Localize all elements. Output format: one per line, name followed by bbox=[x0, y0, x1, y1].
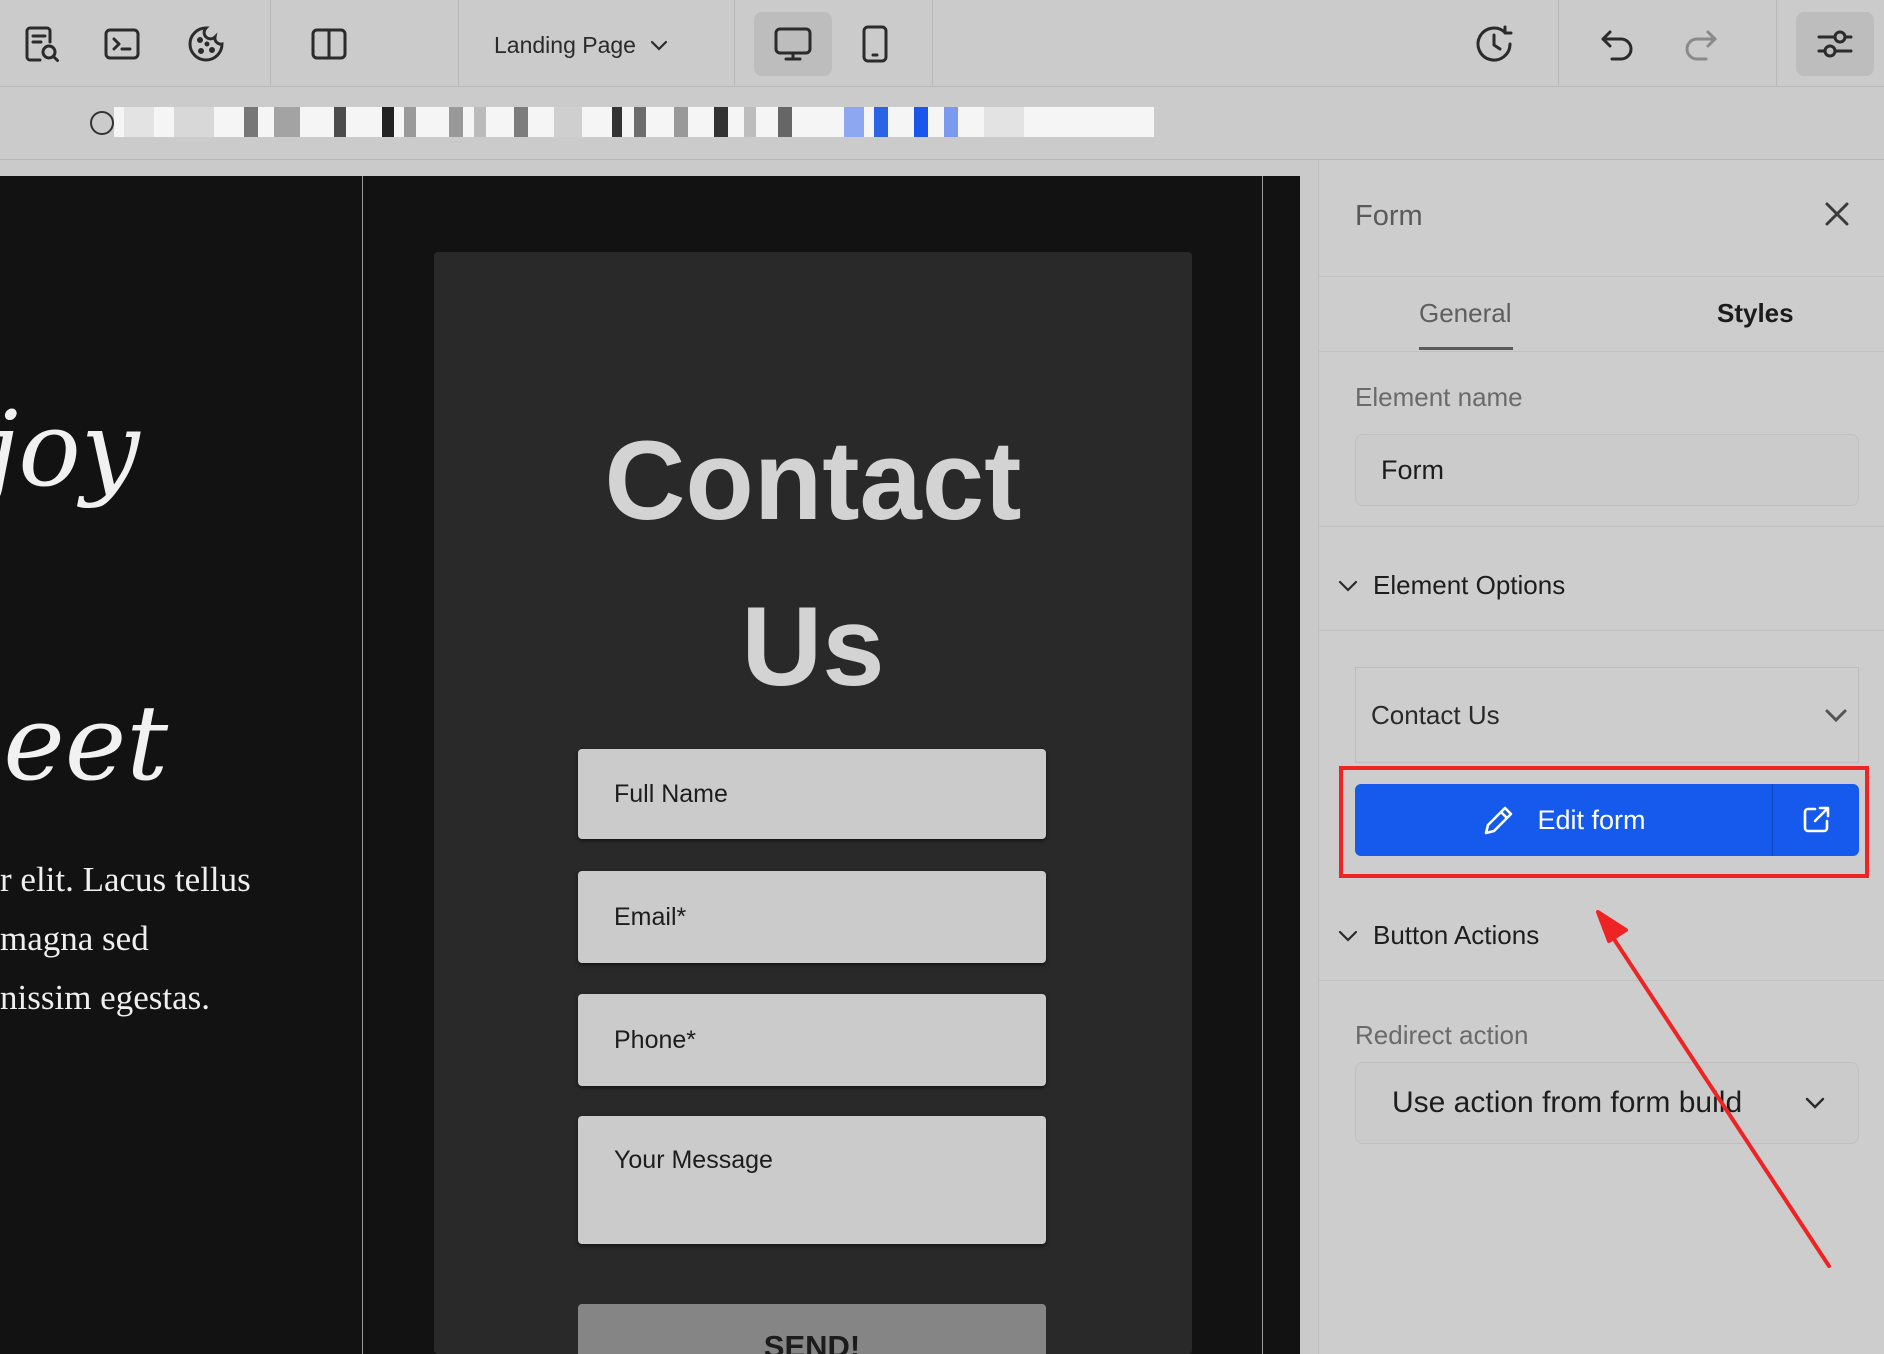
full-name-field[interactable]: Full Name bbox=[578, 749, 1046, 839]
toolbar-divider bbox=[270, 0, 271, 87]
page-selector-label: Landing Page bbox=[494, 31, 636, 58]
column-guide bbox=[362, 176, 363, 1354]
section-heading: Button Actions bbox=[1373, 920, 1540, 950]
form-title-line: Contact bbox=[604, 418, 1022, 543]
desktop-view-button[interactable] bbox=[754, 12, 832, 76]
properties-panel: Form General Styles Element name Form El… bbox=[1318, 160, 1884, 1354]
contact-form-card[interactable]: Contact Us Full Name Email* Phone* Your … bbox=[434, 252, 1192, 1354]
divider bbox=[1319, 526, 1884, 527]
section-heading: Element Options bbox=[1373, 570, 1566, 600]
send-button[interactable]: SEND! bbox=[578, 1304, 1046, 1354]
toolbar-divider bbox=[932, 0, 933, 87]
page-search-icon[interactable] bbox=[16, 18, 68, 70]
hero-body-text: r elit. Lacus tellus magna sed nissim eg… bbox=[0, 850, 360, 1027]
top-toolbar: Landing Page bbox=[0, 0, 1884, 87]
annotation-highlight-box bbox=[1339, 766, 1869, 878]
element-name-input[interactable]: Form bbox=[1355, 434, 1859, 506]
url-obscured-text bbox=[114, 107, 1154, 137]
undo-icon[interactable] bbox=[1592, 18, 1644, 70]
divider bbox=[1319, 630, 1884, 631]
column-guide bbox=[1262, 176, 1263, 1354]
close-icon[interactable] bbox=[1817, 194, 1857, 234]
divider bbox=[1319, 276, 1884, 277]
tab-styles[interactable]: Styles bbox=[1717, 298, 1794, 329]
url-radio-icon[interactable] bbox=[90, 111, 114, 135]
page-selector[interactable]: Landing Page bbox=[458, 20, 708, 70]
terminal-icon[interactable] bbox=[96, 18, 148, 70]
chevron-down-icon bbox=[1338, 580, 1358, 592]
active-tab-indicator bbox=[1419, 347, 1513, 350]
chevron-down-icon bbox=[1825, 709, 1847, 723]
settings-sliders-icon bbox=[1817, 30, 1853, 58]
cookie-icon[interactable] bbox=[180, 18, 232, 70]
split-layout-icon[interactable] bbox=[303, 18, 355, 70]
chevron-down-icon bbox=[1338, 930, 1358, 942]
redo-icon[interactable] bbox=[1674, 18, 1726, 70]
mobile-view-button[interactable] bbox=[836, 12, 914, 76]
form-title-line: Us bbox=[741, 584, 885, 709]
desktop-icon bbox=[774, 27, 812, 61]
redirect-action-select[interactable]: Use action from form build bbox=[1355, 1062, 1859, 1144]
form-title: Contact Us bbox=[434, 398, 1192, 730]
chevron-down-icon bbox=[1805, 1097, 1825, 1109]
history-icon[interactable] bbox=[1468, 18, 1520, 70]
hero-heading-fragment: joy bbox=[0, 388, 140, 510]
body-line: nissim egestas. bbox=[0, 978, 210, 1017]
divider bbox=[1319, 351, 1884, 352]
element-options-toggle[interactable]: Element Options bbox=[1337, 570, 1565, 601]
toolbar-divider bbox=[1558, 0, 1559, 87]
chevron-down-icon bbox=[650, 40, 668, 51]
editor-canvas[interactable]: joy leet r elit. Lacus tellus magna sed … bbox=[0, 176, 1300, 1354]
hero-heading-fragment: leet bbox=[0, 682, 169, 804]
form-select[interactable]: Contact Us bbox=[1355, 667, 1859, 763]
button-actions-toggle[interactable]: Button Actions bbox=[1337, 920, 1539, 951]
form-select-value: Contact Us bbox=[1371, 699, 1500, 730]
element-name-label: Element name bbox=[1355, 382, 1523, 412]
toolbar-divider bbox=[1776, 0, 1777, 87]
panel-title: Form bbox=[1355, 200, 1423, 232]
redirect-action-value: Use action from form build bbox=[1392, 1086, 1743, 1119]
message-field[interactable]: Your Message bbox=[578, 1116, 1046, 1244]
mobile-icon bbox=[862, 25, 888, 63]
phone-field[interactable]: Phone* bbox=[578, 994, 1046, 1086]
redirect-action-label: Redirect action bbox=[1355, 1020, 1529, 1050]
toolbar-divider bbox=[734, 0, 735, 87]
body-line: r elit. Lacus tellus bbox=[0, 860, 251, 899]
tab-general[interactable]: General bbox=[1419, 298, 1512, 329]
settings-button[interactable] bbox=[1796, 12, 1874, 76]
email-field[interactable]: Email* bbox=[578, 871, 1046, 963]
body-line: magna sed bbox=[0, 919, 149, 958]
divider bbox=[1319, 980, 1884, 981]
